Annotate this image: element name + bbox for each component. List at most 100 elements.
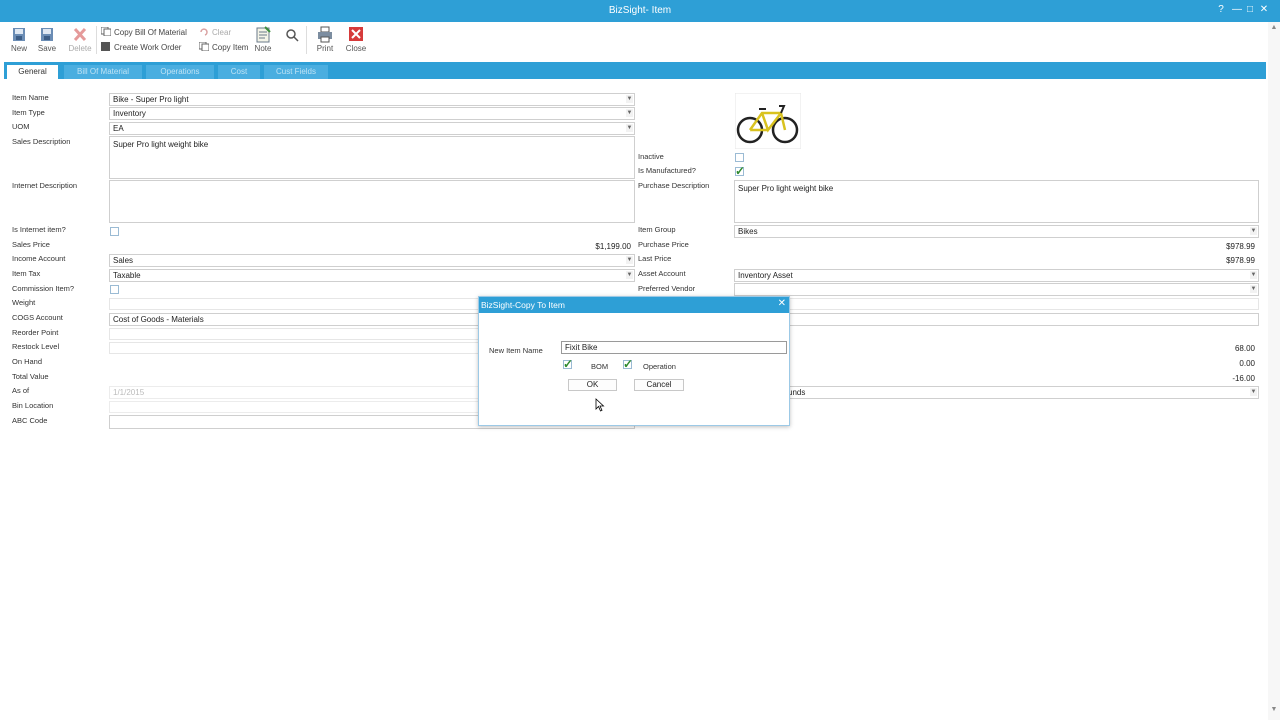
toolbar-divider: [96, 26, 97, 54]
item-group-label: Item Group: [638, 225, 676, 234]
purchase-price-field[interactable]: $978.99: [734, 240, 1259, 253]
uom-value: EA: [113, 124, 124, 133]
chevron-down-icon[interactable]: ▼: [1250, 285, 1257, 293]
bom-label: BOM: [591, 362, 609, 371]
minimize-icon[interactable]: —: [1230, 3, 1244, 17]
delete-label: Delete: [68, 44, 92, 53]
ok-button[interactable]: OK: [568, 379, 617, 391]
copy-bom-button[interactable]: Copy Bill Of Material: [101, 27, 187, 37]
tab-strip: General Bill Of Material Operations Cost…: [4, 62, 1266, 79]
weight-label: Weight: [12, 298, 36, 307]
bin-location-value: unds: [788, 388, 806, 397]
uom-field[interactable]: EA ▼: [109, 122, 635, 135]
chevron-down-icon[interactable]: ▼: [626, 95, 633, 103]
preferred-vendor-field[interactable]: ▼: [734, 283, 1259, 296]
sales-price-field[interactable]: $1,199.00: [109, 240, 635, 253]
delete-button[interactable]: Delete: [66, 26, 94, 53]
on-hand-value: 68.00: [1234, 344, 1255, 353]
tab-cust-fields[interactable]: Cust Fields: [264, 65, 328, 79]
chevron-down-icon[interactable]: ▼: [626, 256, 633, 264]
tab-general[interactable]: General: [6, 64, 59, 79]
note-button[interactable]: Note: [249, 26, 277, 53]
copy-bom-label: Copy Bill Of Material: [114, 28, 187, 37]
copy-to-item-dialog: BizSight-Copy To Item ✕ New Item Name Fi…: [478, 296, 790, 426]
sales-price-label: Sales Price: [12, 240, 50, 249]
chevron-down-icon[interactable]: ▼: [626, 124, 633, 132]
tab-bill-of-material[interactable]: Bill Of Material: [64, 65, 142, 79]
help-icon[interactable]: ?: [1214, 3, 1228, 17]
item-type-field[interactable]: Inventory ▼: [109, 107, 635, 120]
new-item-name-input[interactable]: Fixit Bike: [561, 341, 787, 354]
dialog-title-bar: BizSight-Copy To Item ✕: [479, 297, 789, 313]
copy-item-label: Copy Item: [212, 43, 249, 52]
title-bar: BizSight- Item ? — □ ✕: [0, 0, 1280, 22]
print-icon: [318, 26, 332, 43]
total-value-field[interactable]: 0.00: [734, 357, 1259, 370]
print-button[interactable]: Print: [311, 26, 339, 53]
is-internet-item-label: Is Internet item?: [12, 225, 66, 234]
last-price-value: $978.99: [1226, 256, 1255, 265]
restock-level-label: Restock Level: [12, 342, 60, 351]
right-field-2[interactable]: [734, 313, 1259, 326]
as-of-right-field[interactable]: -16.00: [734, 372, 1259, 385]
right-field-1[interactable]: [734, 298, 1259, 310]
commission-item-label: Commission Item?: [12, 284, 75, 293]
toolbar-divider: [306, 26, 307, 54]
cogs-account-label: COGS Account: [12, 313, 63, 322]
is-manufactured-label: Is Manufactured?: [638, 166, 696, 175]
income-account-value: Sales: [113, 256, 134, 265]
close-button[interactable]: Close: [342, 26, 370, 53]
create-work-order-button[interactable]: Create Work Order: [101, 42, 181, 52]
item-name-value: Bike - Super Pro light: [113, 95, 189, 104]
cancel-button[interactable]: Cancel: [634, 379, 684, 391]
item-image[interactable]: [735, 93, 801, 149]
tab-cost[interactable]: Cost: [218, 65, 260, 79]
chevron-down-icon[interactable]: ▼: [626, 271, 633, 279]
is-internet-item-checkbox[interactable]: [110, 227, 119, 236]
scroll-down-icon[interactable]: ▼: [1268, 706, 1280, 716]
uom-label: UOM: [12, 122, 30, 131]
new-button[interactable]: New: [5, 26, 33, 53]
clear-icon: [200, 28, 208, 36]
dialog-close-icon[interactable]: ✕: [778, 298, 786, 309]
item-group-value: Bikes: [738, 227, 758, 236]
vertical-scrollbar[interactable]: ▲ ▼: [1268, 22, 1280, 720]
on-hand-label: On Hand: [12, 357, 43, 366]
total-value-label: Total Value: [12, 372, 49, 381]
clear-button[interactable]: Clear: [199, 27, 231, 37]
scroll-up-icon[interactable]: ▲: [1268, 24, 1280, 34]
checkmark-icon: ✓: [563, 357, 574, 371]
preferred-vendor-label: Preferred Vendor: [638, 284, 696, 293]
chevron-down-icon[interactable]: ▼: [1250, 388, 1257, 396]
last-price-field[interactable]: $978.99: [734, 254, 1259, 267]
asset-account-field[interactable]: Inventory Asset ▼: [734, 269, 1259, 282]
tab-operations[interactable]: Operations: [146, 65, 214, 79]
chevron-down-icon[interactable]: ▼: [1250, 271, 1257, 279]
income-account-field[interactable]: Sales ▼: [109, 254, 635, 267]
item-group-field[interactable]: Bikes ▼: [734, 225, 1259, 238]
purchase-description-label: Purchase Description: [638, 181, 710, 190]
chevron-down-icon[interactable]: ▼: [626, 109, 633, 117]
maximize-icon[interactable]: □: [1243, 3, 1257, 17]
commission-item-checkbox[interactable]: [110, 285, 119, 294]
purchase-description-value: Super Pro light weight bike: [738, 184, 834, 193]
purchase-description-field[interactable]: Super Pro light weight bike: [734, 180, 1259, 223]
search-button[interactable]: [278, 26, 306, 44]
on-hand-field[interactable]: 68.00: [734, 342, 1259, 355]
item-tax-value: Taxable: [113, 271, 141, 280]
inactive-label: Inactive: [638, 152, 664, 161]
note-label: Note: [254, 44, 272, 53]
save-icon: [41, 28, 53, 41]
dialog-title: BizSight-Copy To Item: [481, 300, 565, 310]
bin-location-dropdown[interactable]: unds ▼: [784, 386, 1259, 399]
sales-description-field[interactable]: Super Pro light weight bike: [109, 136, 635, 179]
save-button[interactable]: Save: [33, 26, 61, 53]
internet-description-field[interactable]: [109, 180, 635, 223]
copy-item-button[interactable]: Copy Item: [199, 42, 248, 52]
chevron-down-icon[interactable]: ▼: [1250, 227, 1257, 235]
item-type-value: Inventory: [113, 109, 146, 118]
inactive-checkbox[interactable]: [735, 153, 744, 162]
item-name-field[interactable]: Bike - Super Pro light ▼: [109, 93, 635, 106]
close-window-icon[interactable]: ✕: [1257, 3, 1271, 17]
item-tax-field[interactable]: Taxable ▼: [109, 269, 635, 282]
